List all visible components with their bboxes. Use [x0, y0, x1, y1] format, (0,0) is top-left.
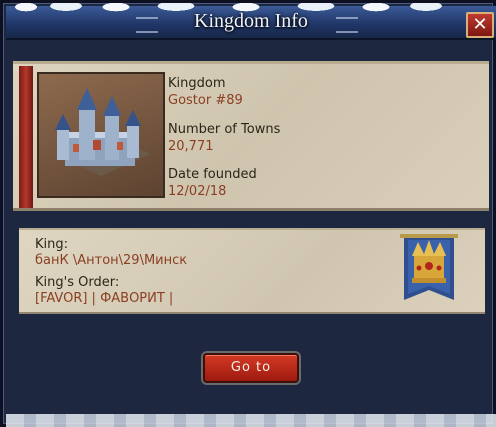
king-info-panel: King: банК \Антон\29\Минск King's Order:… — [19, 228, 485, 314]
kingdom-label: Kingdom — [168, 76, 226, 91]
founded-value: 12/02/18 — [168, 184, 227, 199]
towns-value: 20,771 — [168, 139, 214, 154]
king-name-value[interactable]: банК \Антон\29\Минск — [35, 253, 187, 269]
window-title: Kingdom Info — [194, 10, 308, 32]
king-label: King: — [35, 237, 69, 252]
king-order-value: [FAVOR] | ФАВОРИТ | — [35, 291, 174, 306]
kingdom-name-value: Gostor #89 — [168, 93, 243, 108]
red-ribbon — [19, 66, 33, 208]
title-bar: Kingdom Info ✕ — [6, 6, 496, 40]
snow-footer-decoration — [6, 414, 496, 427]
close-button[interactable]: ✕ — [466, 12, 494, 38]
kingdom-info-window: Kingdom Info ✕ Kingdom Gostor #89 Number… — [0, 0, 496, 427]
close-icon: ✕ — [472, 14, 488, 35]
go-to-button[interactable]: Go to — [203, 353, 299, 383]
towns-label: Number of Towns — [168, 122, 281, 137]
king-order-label: King's Order: — [35, 275, 120, 290]
castle-image — [37, 72, 165, 198]
crown-banner-icon — [398, 234, 460, 312]
kingdom-summary-panel: Kingdom Gostor #89 Number of Towns 20,77… — [13, 61, 489, 211]
castle-icon — [53, 88, 151, 176]
founded-label: Date founded — [168, 167, 257, 182]
